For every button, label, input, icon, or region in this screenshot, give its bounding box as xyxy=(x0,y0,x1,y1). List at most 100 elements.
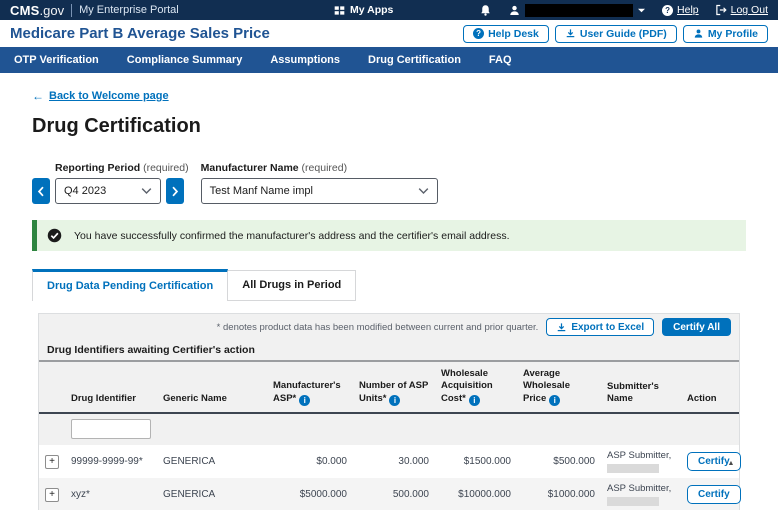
cell-average-wholesale-price: $500.000 xyxy=(517,445,601,479)
download-icon xyxy=(565,28,576,39)
question-circle-icon: ? xyxy=(473,28,485,39)
info-icon[interactable] xyxy=(299,394,311,406)
cell-drug-identifier: xyz* xyxy=(65,478,157,510)
cell-number-of-asp-units: 30.000 xyxy=(353,445,435,479)
table-row: xyz* GENERICA $5000.000 500.000 $10000.0… xyxy=(39,478,741,510)
notifications-bell-icon[interactable] xyxy=(479,4,492,17)
drug-certification-table-widget: * denotes product data has been modified… xyxy=(38,313,741,510)
back-arrow-icon xyxy=(32,89,44,103)
nav-item-assumptions[interactable]: Assumptions xyxy=(270,54,340,66)
table-toolbar: * denotes product data has been modified… xyxy=(39,314,739,340)
cell-wholesale-acquisition-cost: $10000.000 xyxy=(435,478,517,510)
chevron-right-icon xyxy=(172,186,179,196)
vertical-scrollbar[interactable]: ▲ ▼ xyxy=(725,460,737,510)
col-average-wholesale-price: Average Wholesale Price xyxy=(517,362,601,414)
logout-icon xyxy=(715,4,727,16)
manufacturer-name-select[interactable]: Test Manf Name impl xyxy=(200,178,438,204)
tab-all-drugs-in-period[interactable]: All Drugs in Period xyxy=(228,270,357,301)
nav-item-faq[interactable]: FAQ xyxy=(489,54,512,66)
table-header-row: Drug Identifier Generic Name Manufacture… xyxy=(39,362,739,414)
expand-column-header xyxy=(39,362,65,414)
col-wholesale-acquisition-cost: Wholesale Acquisition Cost* xyxy=(435,362,517,414)
download-icon xyxy=(556,322,567,333)
reporting-period-select[interactable]: Q4 2023 xyxy=(55,178,161,204)
scroll-up-arrow-icon[interactable]: ▲ xyxy=(728,460,735,467)
screen: CMS.gov My Enterprise Portal My Apps ? H… xyxy=(0,0,778,510)
app-title: Medicare Part B Average Sales Price xyxy=(10,25,270,42)
profile-person-icon xyxy=(693,28,704,39)
page-title: Drug Certification xyxy=(32,115,201,137)
main-nav: OTP Verification Compliance Summary Assu… xyxy=(0,47,778,73)
cell-generic-name: GENERICA xyxy=(157,445,267,479)
table-section-title: Drug Identifiers awaiting Certifier's ac… xyxy=(39,340,739,362)
tab-drug-data-pending-certification[interactable]: Drug Data Pending Certification xyxy=(32,269,229,301)
back-to-welcome-link[interactable]: Back to Welcome page xyxy=(32,89,169,103)
reporting-period-label: Reporting Period (required) xyxy=(55,162,189,174)
user-menu[interactable] xyxy=(508,3,646,17)
drug-identifier-filter-input[interactable] xyxy=(71,419,151,440)
help-link[interactable]: ? Help xyxy=(662,4,699,16)
chevron-left-icon xyxy=(37,186,44,196)
cell-submitters-name: ASP Submitter, xyxy=(607,450,672,462)
table-row: 99999-9999-99* GENERICA $0.000 30.000 $1… xyxy=(39,445,741,479)
redacted-username xyxy=(525,3,634,17)
logo-divider xyxy=(71,3,73,17)
logo-gov-text: .gov xyxy=(39,2,65,18)
success-alert: You have successfully confirmed the manu… xyxy=(32,220,746,251)
top-utility-bar: CMS.gov My Enterprise Portal My Apps ? H… xyxy=(0,0,778,20)
logo-cms-text: CMS xyxy=(10,2,40,18)
certify-all-button[interactable]: Certify All xyxy=(662,318,731,336)
chevron-down-icon xyxy=(637,7,646,14)
col-action: Action xyxy=(681,362,739,414)
help-desk-button[interactable]: ? Help Desk xyxy=(463,24,549,43)
back-link-label: Back to Welcome page xyxy=(49,90,169,102)
apps-grid-icon xyxy=(334,5,345,16)
col-drug-identifier: Drug Identifier xyxy=(65,362,157,414)
my-apps-label: My Apps xyxy=(350,4,394,16)
logout-link[interactable]: Log Out xyxy=(715,4,768,16)
col-number-of-asp-units: Number of ASP Units* xyxy=(353,362,435,414)
expand-row-button[interactable] xyxy=(45,454,59,469)
app-title-bar: Medicare Part B Average Sales Price ? He… xyxy=(0,20,778,47)
nav-item-compliance-summary[interactable]: Compliance Summary xyxy=(127,54,243,66)
cell-drug-identifier: 99999-9999-99* xyxy=(65,445,157,479)
info-icon[interactable] xyxy=(468,394,480,406)
cell-submitters-name: ASP Submitter, xyxy=(607,483,672,495)
cell-manufacturers-asp: $0.000 xyxy=(267,445,353,479)
reporting-period-value: Q4 2023 xyxy=(64,185,107,197)
chevron-down-icon xyxy=(418,188,428,194)
portal-name: My Enterprise Portal xyxy=(79,4,179,16)
cell-average-wholesale-price: $1000.000 xyxy=(517,478,601,510)
cell-generic-name: GENERICA xyxy=(157,478,267,510)
export-to-excel-button[interactable]: Export to Excel xyxy=(546,318,655,336)
logout-label: Log Out xyxy=(730,4,768,16)
manufacturer-name-value: Test Manf Name impl xyxy=(209,185,313,197)
user-guide-button[interactable]: User Guide (PDF) xyxy=(554,24,677,43)
cell-wholesale-acquisition-cost: $1500.000 xyxy=(435,445,517,479)
manufacturer-name-label: Manufacturer Name (required) xyxy=(200,162,348,174)
col-generic-name: Generic Name xyxy=(157,362,267,414)
check-circle-icon xyxy=(47,228,62,243)
tab-bar: Drug Data Pending Certification All Drug… xyxy=(32,269,746,301)
help-label: Help xyxy=(677,4,699,16)
question-circle-icon: ? xyxy=(662,4,674,16)
next-period-button[interactable] xyxy=(166,178,184,204)
chevron-down-icon xyxy=(141,188,152,194)
previous-period-button[interactable] xyxy=(32,178,50,204)
my-apps-button[interactable]: My Apps xyxy=(334,0,393,20)
info-icon[interactable] xyxy=(549,394,561,406)
redacted-submitter-name xyxy=(607,496,659,506)
nav-item-drug-certification[interactable]: Drug Certification xyxy=(368,54,461,66)
redacted-submitter-name xyxy=(607,464,659,474)
cell-manufacturers-asp: $5000.000 xyxy=(267,478,353,510)
my-profile-label: My Profile xyxy=(707,27,758,40)
col-manufacturers-asp: Manufacturer's ASP* xyxy=(267,362,353,414)
info-icon[interactable] xyxy=(389,394,401,406)
expand-row-button[interactable] xyxy=(45,487,59,502)
user-icon xyxy=(508,4,521,17)
user-guide-label: User Guide (PDF) xyxy=(579,27,667,40)
cms-gov-logo[interactable]: CMS.gov xyxy=(10,3,64,18)
drug-data-table: Drug Identifier Generic Name Manufacture… xyxy=(39,362,741,510)
my-profile-button[interactable]: My Profile xyxy=(682,24,768,43)
nav-item-otp-verification[interactable]: OTP Verification xyxy=(14,54,99,66)
